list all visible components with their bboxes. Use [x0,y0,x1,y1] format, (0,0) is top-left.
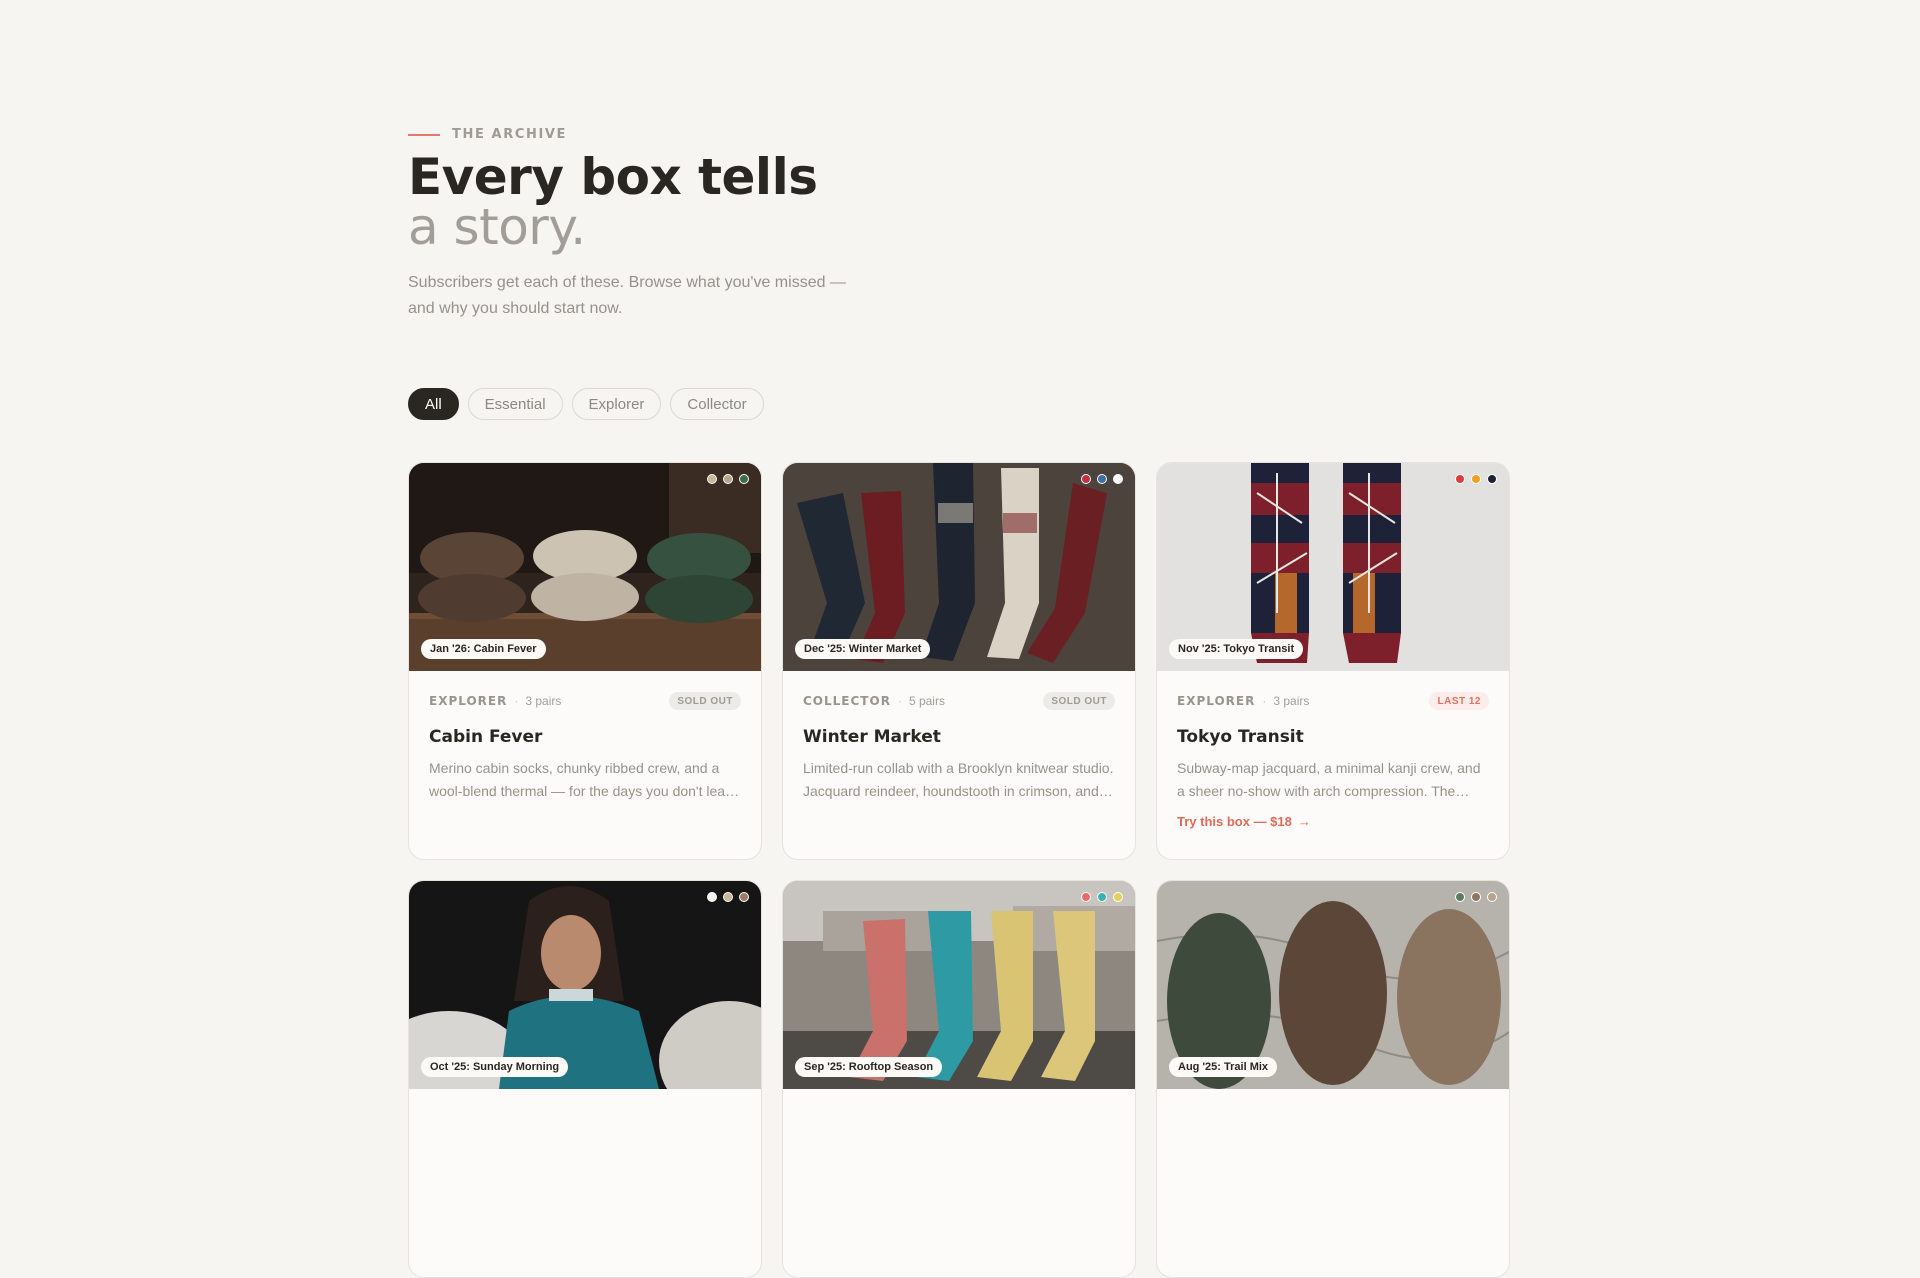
swatch-dot [723,892,733,902]
color-swatches [1455,892,1497,902]
status-badge: LAST 12 [1429,692,1489,710]
swatch-dot [1097,892,1107,902]
box-title: Cabin Fever [429,727,543,747]
box-title: Tokyo Transit [1177,727,1304,747]
box-meta: EXPLORER · 3 pairs LAST 12 [1177,692,1489,710]
box-grid: Jan '26: Cabin Fever EXPLORER · 3 pairs … [408,462,1510,1278]
filter-collector[interactable]: Collector [670,388,764,420]
page-title: Every box tells a story. [408,148,818,256]
swatch-dot [1487,892,1497,902]
box-date-tag: Oct '25: Sunday Morning [421,1057,569,1077]
try-box-link[interactable]: Try this box — $18 → [1177,814,1311,829]
box-date-tag: Sep '25: Rooftop Season [795,1057,943,1077]
swatch-dot [707,892,717,902]
box-date-tag: Dec '25: Winter Market [795,639,931,659]
swatch-dot [1097,474,1107,484]
swatch-dot [1113,474,1123,484]
box-image: Oct '25: Sunday Morning [409,881,761,1089]
swatch-dot [1471,474,1481,484]
swatch-dot [1113,892,1123,902]
box-description: Merino cabin socks, chunky ribbed crew, … [429,760,740,799]
box-card-winter-market[interactable]: Dec '25: Winter Market COLLECTOR · 5 pai… [782,462,1136,860]
page-title-line2: a story. [408,198,586,256]
box-image: Sep '25: Rooftop Season [783,881,1135,1089]
box-tier: EXPLORER [1177,694,1256,708]
eyebrow-rule [408,133,440,136]
box-image: Dec '25: Winter Market [783,463,1135,671]
swatch-dot [739,892,749,902]
box-image: Aug '25: Trail Mix [1157,881,1509,1089]
box-card-cabin-fever[interactable]: Jan '26: Cabin Fever EXPLORER · 3 pairs … [408,462,762,860]
box-pairs: 3 pairs [1273,694,1310,708]
filter-bar: All Essential Explorer Collector [408,388,764,420]
box-date-tag: Aug '25: Trail Mix [1169,1057,1278,1077]
color-swatches [1081,892,1123,902]
status-badge: SOLD OUT [669,692,741,710]
box-image: Jan '26: Cabin Fever [409,463,761,671]
swatch-dot [1471,892,1481,902]
box-title: Winter Market [803,727,941,747]
color-swatches [707,474,749,484]
box-tier: EXPLORER [429,694,508,708]
swatch-dot [723,474,733,484]
eyebrow: THE ARCHIVE [408,127,567,142]
box-description: Limited-run collab with a Brooklyn knitw… [803,760,1114,799]
arrow-right-icon: → [1297,814,1311,829]
page-lede: Subscribers get each of these. Browse wh… [408,274,846,317]
box-card-trail-mix[interactable]: Aug '25: Trail Mix [1156,880,1510,1278]
filter-essential[interactable]: Essential [467,388,563,420]
status-badge: SOLD OUT [1043,692,1115,710]
swatch-dot [1487,474,1497,484]
eyebrow-label: THE ARCHIVE [452,127,568,142]
try-box-label: Try this box — $18 [1177,814,1292,829]
filter-all[interactable]: All [408,388,459,420]
box-pairs: 3 pairs [525,694,562,708]
swatch-dot [1081,474,1091,484]
meta-separator: · [897,694,902,708]
box-card-tokyo-transit[interactable]: Nov '25: Tokyo Transit EXPLORER · 3 pair… [1156,462,1510,860]
swatch-dot [1081,892,1091,902]
meta-separator: · [1262,694,1267,708]
box-meta: COLLECTOR · 5 pairs SOLD OUT [803,692,1115,710]
color-swatches [707,892,749,902]
box-date-tag: Jan '26: Cabin Fever [421,639,546,659]
box-tier: COLLECTOR [803,694,891,708]
box-card-sunday-morning[interactable]: Oct '25: Sunday Morning [408,880,762,1278]
page-title-line1: Every box tells [408,148,818,206]
swatch-dot [707,474,717,484]
swatch-dot [1455,474,1465,484]
box-image: Nov '25: Tokyo Transit [1157,463,1509,671]
box-card-rooftop-season[interactable]: Sep '25: Rooftop Season [782,880,1136,1278]
swatch-dot [1455,892,1465,902]
color-swatches [1455,474,1497,484]
color-swatches [1081,474,1123,484]
swatch-dot [739,474,749,484]
filter-explorer[interactable]: Explorer [571,388,662,420]
meta-separator: · [514,694,519,708]
box-meta: EXPLORER · 3 pairs SOLD OUT [429,692,741,710]
box-pairs: 5 pairs [908,694,945,708]
box-date-tag: Nov '25: Tokyo Transit [1169,639,1304,659]
box-description: Subway-map jacquard, a minimal kanji cre… [1177,760,1481,799]
